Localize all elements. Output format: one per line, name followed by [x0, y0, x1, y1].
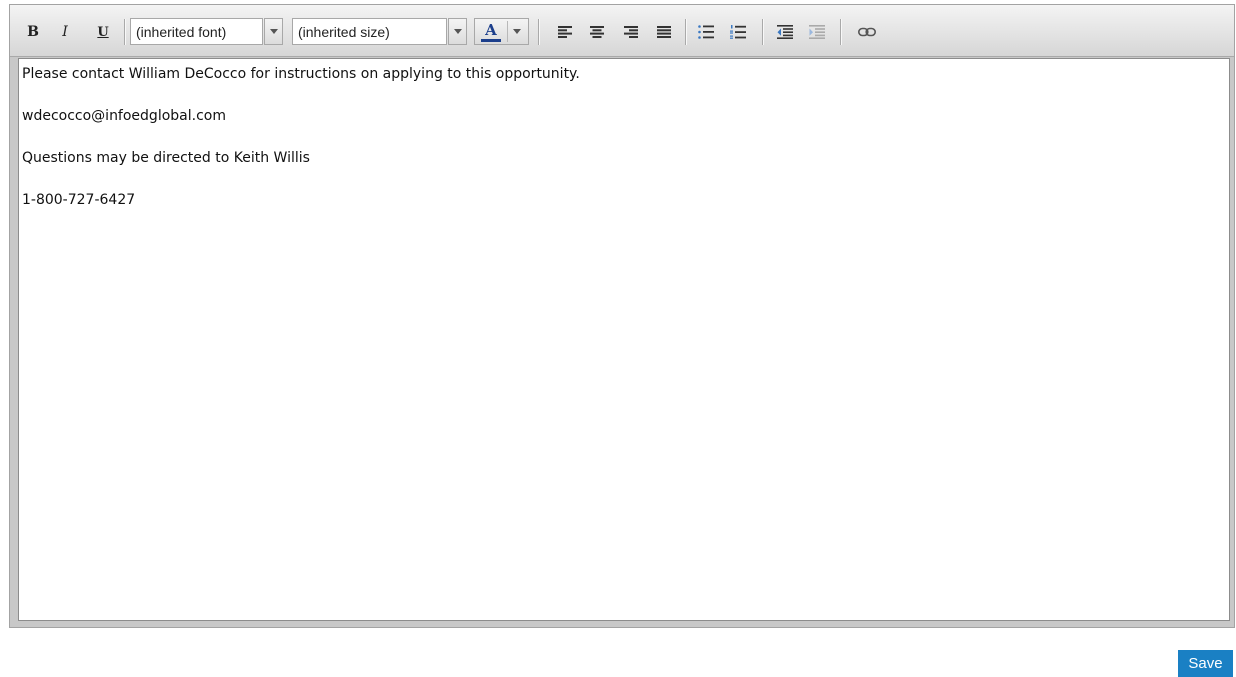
chevron-down-icon: [453, 29, 462, 34]
rich-text-editor: B I U (inherited font) (inherited size) …: [9, 4, 1235, 628]
font-family-select[interactable]: (inherited font): [130, 18, 263, 45]
toolbar-divider: [762, 19, 764, 45]
outdent-button[interactable]: [774, 20, 796, 44]
toolbar-divider: [538, 19, 540, 45]
numbered-list-icon: [730, 25, 746, 39]
font-family-dropdown-button[interactable]: [264, 18, 283, 45]
font-size-dropdown-button[interactable]: [448, 18, 467, 45]
align-center-button[interactable]: [586, 20, 608, 44]
font-family-value: (inherited font): [136, 23, 227, 40]
text-color-button[interactable]: A: [474, 18, 529, 45]
align-right-button[interactable]: [620, 20, 642, 44]
align-center-icon: [590, 26, 604, 38]
underline-button[interactable]: U: [94, 20, 112, 44]
align-justify-icon: [657, 26, 671, 38]
text-color-icon: A: [485, 21, 497, 39]
toolbar-divider: [685, 19, 687, 45]
italic-button[interactable]: I: [56, 20, 74, 44]
save-button[interactable]: Save: [1178, 650, 1233, 677]
editor-paragraph: Questions may be directed to Keith Willi…: [22, 150, 310, 166]
text-color-swatch: [481, 39, 501, 42]
align-left-button[interactable]: [554, 20, 576, 44]
chevron-down-icon: [513, 29, 521, 34]
link-button[interactable]: [856, 20, 878, 44]
editor-toolbar: B I U (inherited font) (inherited size) …: [10, 5, 1234, 57]
outdent-icon: [777, 25, 793, 39]
bold-button[interactable]: B: [24, 20, 42, 44]
align-left-icon: [558, 26, 572, 38]
align-right-icon: [624, 26, 638, 38]
editor-paragraph: Please contact William DeCocco for instr…: [22, 66, 580, 82]
indent-icon: [809, 25, 825, 39]
indent-button[interactable]: [806, 20, 828, 44]
text-color-divider: [507, 21, 508, 42]
toolbar-divider: [840, 19, 842, 45]
numbered-list-button[interactable]: [727, 20, 749, 44]
editor-paragraph: wdecocco@infoedglobal.com: [22, 108, 226, 124]
underline-icon: U: [97, 24, 109, 40]
editor-paragraph: 1-800-727-6427: [22, 192, 136, 208]
align-justify-button[interactable]: [653, 20, 675, 44]
font-size-value: (inherited size): [298, 23, 390, 40]
chevron-down-icon: [269, 29, 278, 34]
bullet-list-button[interactable]: [695, 20, 717, 44]
italic-icon: I: [62, 24, 68, 40]
bullet-list-icon: [698, 25, 714, 39]
font-size-select[interactable]: (inherited size): [292, 18, 447, 45]
editor-content-area[interactable]: Please contact William DeCocco for instr…: [18, 58, 1230, 621]
link-icon: [858, 27, 876, 37]
bold-icon: B: [27, 24, 39, 40]
toolbar-divider: [124, 19, 126, 45]
